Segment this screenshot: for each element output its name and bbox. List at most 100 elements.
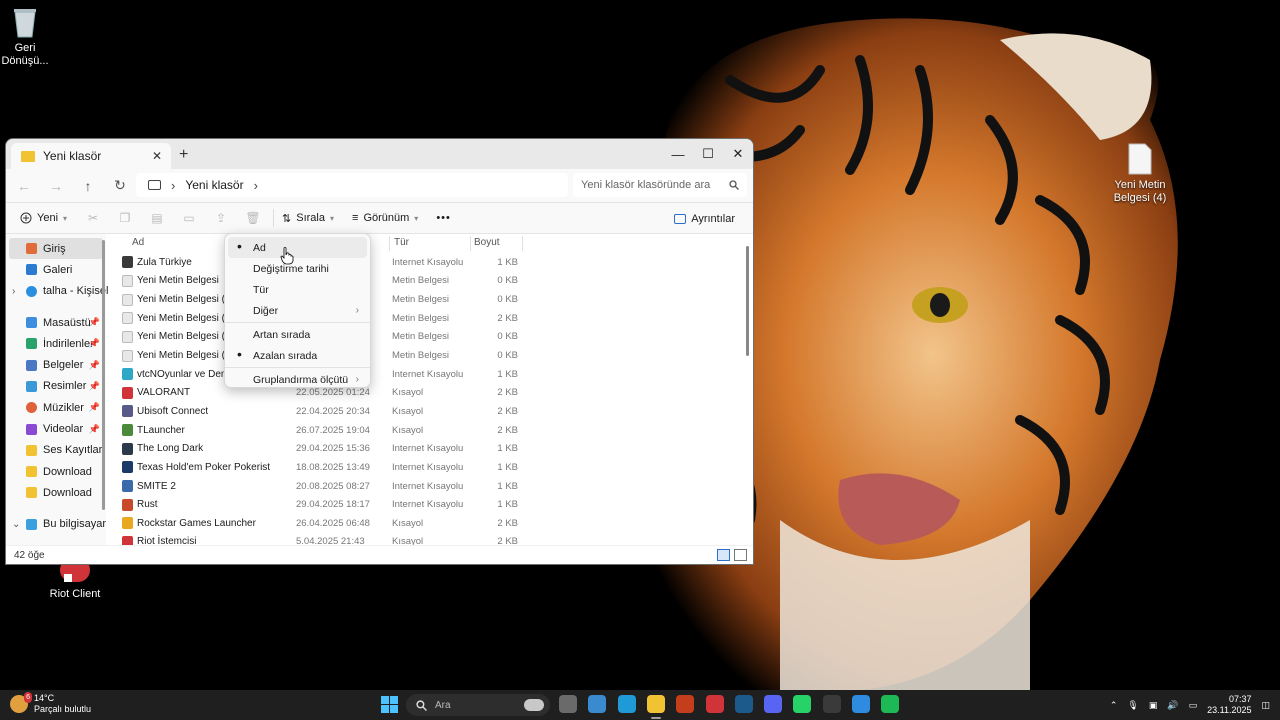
file-row[interactable]: SMITE 2 20.08.2025 08:27 Internet Kısayolu…: [122, 477, 753, 496]
file-row[interactable]: TLauncher 26.07.2025 19:04 Kısayol 2 KB: [122, 421, 753, 440]
file-row[interactable]: VALORANT 22.05.2025 01:24 Kısayol 2 KB: [122, 383, 753, 402]
widgets-icon[interactable]: [588, 695, 607, 713]
details-view-icon[interactable]: [717, 549, 730, 561]
discord-icon[interactable]: [764, 695, 783, 713]
up-icon[interactable]: ↑: [72, 172, 104, 200]
nav-item-resimler[interactable]: Resimler 📌: [6, 376, 106, 397]
chevron-up-icon[interactable]: ⌃: [1110, 700, 1118, 711]
volume-icon[interactable]: 🔊: [1167, 700, 1178, 711]
new-tab-button[interactable]: +: [179, 146, 188, 164]
microphone-icon[interactable]: 🎙: [1127, 700, 1138, 711]
nav-item-bu-bilgisayar[interactable]: ⌄ Bu bilgisayar: [6, 514, 106, 535]
menu-item-tur[interactable]: Tür: [228, 279, 367, 300]
weather-widget[interactable]: 6 14°C Parçalı bulutlu: [10, 692, 91, 715]
office-icon[interactable]: [676, 695, 695, 713]
tab-close-icon[interactable]: ✕: [149, 149, 165, 163]
close-window-button[interactable]: ✕: [723, 139, 753, 169]
nav-label: Masaüstü: [43, 316, 91, 329]
details-button[interactable]: Ayrıntılar: [670, 205, 739, 233]
file-row[interactable]: Rockstar Games Launcher 26.04.2025 06:48 K…: [122, 514, 753, 533]
sort-button[interactable]: ⇅ Sırala ▾: [278, 204, 338, 232]
copy-icon[interactable]: ❐: [113, 206, 137, 230]
file-name-cell: Rockstar Games Launcher: [122, 517, 256, 530]
notification-icon[interactable]: ◫: [1261, 700, 1270, 711]
steam-icon[interactable]: [734, 695, 753, 713]
explorer-icon[interactable]: [646, 695, 665, 713]
file-row[interactable]: Yeni Metin Belgesi (6) Metin Belgesi 0 KB: [122, 290, 753, 309]
breadcrumb-folder[interactable]: Yeni klasör: [185, 178, 243, 192]
menu-item-artan-sirada[interactable]: Artan sırada: [228, 324, 367, 345]
chatgpt-icon[interactable]: [822, 695, 841, 713]
clock[interactable]: 07:37 23.11.2025: [1207, 694, 1251, 716]
desktop-text-file[interactable]: Yeni Metin Belgesi (4): [1105, 143, 1175, 205]
new-button[interactable]: Yeni ▾: [16, 204, 71, 232]
nav-item-belgeler[interactable]: Belgeler 📌: [6, 354, 106, 375]
nav-item-onedrive[interactable]: › talha - Kişisel: [6, 281, 108, 302]
file-row[interactable]: Yeni Metin Belgesi (2) Metin Belgesi 0 KB: [122, 346, 753, 365]
nav-item-videolar[interactable]: Videolar 📌: [6, 418, 106, 439]
spotify-icon[interactable]: [881, 695, 900, 713]
column-type-header[interactable]: Tür: [394, 237, 409, 248]
file-icon: [122, 256, 133, 269]
photos-icon[interactable]: [852, 695, 870, 713]
whatsapp-icon[interactable]: [793, 695, 812, 713]
back-icon[interactable]: ←: [8, 172, 40, 200]
maximize-button[interactable]: ☐: [693, 139, 723, 169]
chevron-down-icon[interactable]: ⌄: [12, 519, 20, 530]
menu-item-ad[interactable]: • Ad: [228, 237, 367, 258]
address-bar[interactable]: › Yeni klasör ›: [136, 173, 568, 197]
nav-item-indirilenler[interactable]: İndirilenler 📌: [6, 333, 106, 354]
nav-item-giris[interactable]: Giriş: [9, 238, 103, 260]
menu-item-azalan-sirada[interactable]: • Azalan sırada: [228, 345, 367, 366]
nav-scrollbar[interactable]: [102, 240, 105, 510]
file-row[interactable]: Rust 29.04.2025 18:17 Internet Kısayolu 1 K…: [122, 495, 753, 514]
file-row[interactable]: Zula Türkiye Internet Kısayolu 1 KB: [122, 253, 753, 272]
taskbar-search[interactable]: Ara: [406, 694, 550, 716]
column-name-header[interactable]: Ad: [132, 237, 144, 248]
desktop-icon-label: Geri Dönüşü...: [1, 42, 49, 67]
file-list-scrollbar[interactable]: [746, 246, 749, 356]
start-button[interactable]: [381, 696, 398, 713]
more-options-button[interactable]: •••: [432, 204, 455, 232]
delete-icon[interactable]: 🗑: [241, 206, 265, 230]
tiles-view-icon[interactable]: [734, 549, 747, 561]
search-input[interactable]: Yeni klasör klasöründe ara: [573, 173, 747, 197]
file-row[interactable]: The Long Dark 29.04.2025 15:36 Internet Kı…: [122, 439, 753, 458]
file-size: 2 KB: [497, 517, 518, 529]
share-icon[interactable]: ⇪: [209, 206, 233, 230]
file-row[interactable]: Yeni Metin Belgesi Metin Belgesi 0 KB: [122, 272, 753, 291]
paste-icon[interactable]: ▤: [145, 206, 169, 230]
nav-item-ses-kayitlari[interactable]: Ses Kayıtları: [6, 440, 106, 461]
refresh-icon[interactable]: ↻: [104, 172, 136, 200]
nav-item-masaustu[interactable]: Masaüstü 📌: [6, 312, 106, 333]
nav-item-muzikler[interactable]: Müzikler 📌: [6, 397, 106, 418]
nav-item-galeri[interactable]: Galeri: [6, 259, 106, 280]
menu-item-gruplandirma[interactable]: Gruplandırma ölçütü ›: [228, 369, 367, 390]
nav-item-download[interactable]: Download: [6, 482, 106, 503]
forward-icon[interactable]: →: [40, 172, 72, 200]
battery-icon[interactable]: ▭: [1189, 700, 1198, 711]
network-icon[interactable]: ▣: [1149, 700, 1158, 711]
taskview-icon[interactable]: [559, 695, 577, 713]
view-button[interactable]: ≡ Görünüm ▾: [348, 204, 422, 232]
edge-icon[interactable]: [617, 695, 636, 713]
desktop-recycle-bin[interactable]: Geri Dönüşü...: [0, 6, 60, 68]
riot-icon[interactable]: [705, 695, 724, 713]
details-pane-icon: [674, 214, 687, 224]
file-row[interactable]: Yeni Metin Belgesi (3) Metin Belgesi 0 KB: [122, 328, 753, 347]
file-row[interactable]: vtcNOyunlar ve Demo S Internet Kısayolu 1 …: [122, 365, 753, 384]
file-row[interactable]: Texas Hold'em Poker Pokerist 18.08.2025 1…: [122, 458, 753, 477]
cut-icon[interactable]: ✂: [81, 206, 105, 230]
nav-item-download[interactable]: Download: [6, 461, 106, 482]
menu-item-degistirme-tarihi[interactable]: Değiştirme tarihi: [228, 258, 367, 279]
chevron-right-icon[interactable]: ›: [12, 286, 15, 297]
minimize-button[interactable]: —: [663, 139, 693, 169]
file-row[interactable]: Ubisoft Connect 22.04.2025 20:34 Kısayol 2 …: [122, 402, 753, 421]
file-row[interactable]: Yeni Metin Belgesi (5) Metin Belgesi 2 KB: [122, 309, 753, 328]
column-size-header[interactable]: Boyut: [474, 237, 500, 248]
tab-yeni-klasor[interactable]: Yeni klasör ✕: [11, 143, 171, 169]
menu-divider: [225, 367, 370, 368]
menu-item-diger[interactable]: Diğer ›: [228, 300, 367, 321]
rename-icon[interactable]: ▭: [177, 206, 201, 230]
notification-badge: 6: [24, 692, 32, 703]
